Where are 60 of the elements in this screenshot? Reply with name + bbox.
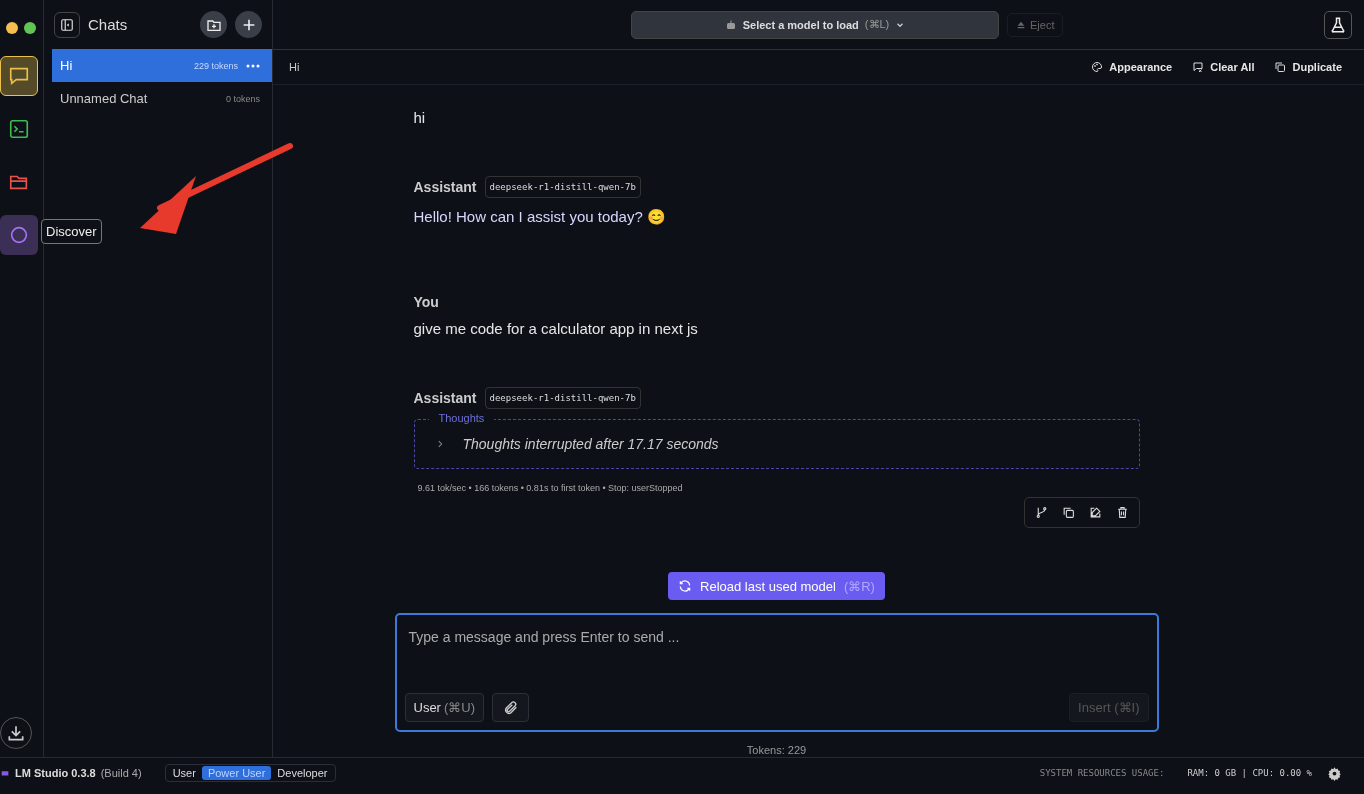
chat-list-item[interactable]: Hi 229 tokens bbox=[52, 49, 272, 82]
mode-option[interactable]: User bbox=[166, 766, 202, 780]
minimize-light[interactable] bbox=[6, 22, 18, 34]
new-chat-button[interactable] bbox=[235, 11, 262, 38]
trash-icon[interactable] bbox=[1115, 506, 1129, 519]
reload-model-button[interactable]: Reload last used model (⌘R) bbox=[668, 572, 885, 600]
message-text: give me code for a calculator app in next js bbox=[413, 320, 699, 337]
settings-icon[interactable] bbox=[1327, 765, 1342, 781]
sender-name: Assistant bbox=[413, 390, 477, 406]
branch-icon[interactable] bbox=[1034, 506, 1048, 519]
sender-name: You bbox=[413, 294, 439, 310]
mode-option[interactable]: Developer bbox=[271, 766, 334, 780]
paperclip-icon bbox=[502, 699, 519, 716]
rail-button[interactable] bbox=[0, 56, 38, 96]
chat-title: Hi bbox=[289, 61, 300, 73]
flask-icon bbox=[1329, 15, 1347, 34]
attach-button[interactable] bbox=[492, 693, 529, 722]
token-count: 229 tokens bbox=[193, 60, 238, 71]
sidebar-title: Chats bbox=[88, 16, 128, 33]
sidebar-icon bbox=[60, 17, 74, 32]
chat-name: Unnamed Chat bbox=[60, 91, 148, 106]
copy-icon bbox=[1274, 61, 1287, 73]
resources-label: SYSTEM RESOURCES USAGE: bbox=[1039, 768, 1165, 778]
token-total: Tokens: 229 bbox=[746, 744, 807, 756]
message-text: Hello! How can I assist you today? 😊 bbox=[413, 208, 667, 226]
app-version: LM Studio 0.3.8 bbox=[15, 767, 96, 779]
model-tag: deepseek-r1-distill-qwen-7b bbox=[484, 387, 641, 409]
resource-usage: RAM: 0 GB | CPU: 0.00 % bbox=[1187, 768, 1312, 778]
app-logo-icon bbox=[0, 768, 10, 778]
chat-name: Hi bbox=[60, 58, 73, 73]
header-action-button[interactable]: Duplicate bbox=[1274, 61, 1342, 73]
palette-icon bbox=[1091, 61, 1104, 73]
more-icon[interactable] bbox=[246, 63, 260, 68]
role-button[interactable]: User (⌘U) bbox=[404, 693, 484, 722]
build-number: (Build 4) bbox=[100, 767, 142, 779]
thoughts-label: Thoughts bbox=[428, 412, 495, 424]
generation-stats: 9.61 tok/sec • 166 tokens • 0.81s to first token • Stop: userStopped bbox=[417, 483, 684, 493]
rail-button[interactable] bbox=[0, 215, 38, 255]
sender-name: Assistant bbox=[413, 179, 477, 195]
clear-icon bbox=[1192, 61, 1205, 73]
edit-icon[interactable] bbox=[1088, 506, 1102, 519]
header-action-button[interactable]: Appearance bbox=[1091, 61, 1173, 73]
copy-icon[interactable] bbox=[1061, 506, 1075, 519]
refresh-icon bbox=[678, 579, 693, 593]
thoughts-summary: Thoughts interrupted after 17.17 seconds bbox=[462, 436, 719, 452]
message-text: hi bbox=[413, 109, 427, 126]
eject-icon bbox=[1016, 19, 1026, 30]
new-folder-button[interactable] bbox=[200, 11, 227, 38]
lab-button[interactable] bbox=[1324, 10, 1352, 39]
model-select[interactable]: Select a model to load (⌘L) bbox=[631, 10, 999, 39]
download-icon bbox=[6, 723, 26, 743]
message-input[interactable]: Type a message and press Enter to send ... bbox=[404, 623, 1149, 693]
tooltip: Discover bbox=[41, 219, 102, 244]
model-tag: deepseek-r1-distill-qwen-7b bbox=[484, 176, 641, 198]
header-action-button[interactable]: Clear All bbox=[1192, 61, 1255, 73]
robot-icon bbox=[724, 18, 737, 31]
token-count: 0 tokens bbox=[225, 93, 260, 104]
chat-list-item[interactable]: Unnamed Chat 0 tokens bbox=[52, 82, 272, 115]
sidebar-toggle-button[interactable] bbox=[54, 11, 80, 38]
zoom-light[interactable] bbox=[24, 22, 36, 34]
